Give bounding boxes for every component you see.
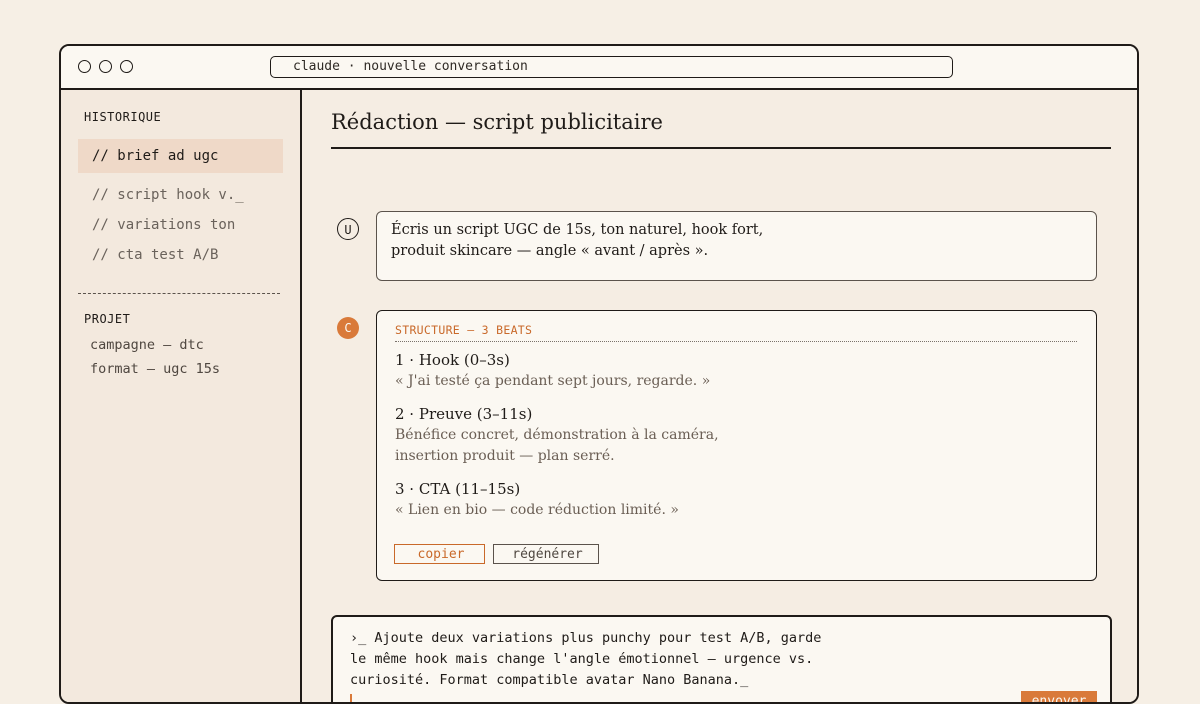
window-maximize-dot-icon[interactable] — [120, 60, 133, 73]
sidebar-item-cta-test[interactable]: // cta test A/B — [78, 238, 283, 272]
project-item-campagne[interactable]: campagne — dtc — [90, 337, 204, 353]
beat-hook: 1 · Hook (0–3s) « J'ai testé ça pendant … — [395, 350, 1078, 392]
composer-input[interactable]: ›_ Ajoute deux variations plus punchy po… — [350, 628, 1010, 691]
assistant-avatar: C — [337, 317, 359, 339]
app-window: claude · nouvelle conversation HISTORIQU… — [59, 44, 1139, 704]
sidebar: HISTORIQUE // brief ad ugc // script hoo… — [61, 90, 302, 702]
window-close-dot-icon[interactable] — [78, 60, 91, 73]
project-heading: PROJET — [84, 312, 131, 326]
text-caret — [350, 694, 352, 702]
beat-title: 2 · Preuve (3–11s) — [395, 405, 533, 423]
beat-body: « J'ai testé ça pendant sept jours, rega… — [395, 373, 711, 389]
user-avatar: U — [337, 218, 359, 240]
title-divider — [331, 147, 1111, 149]
address-bar[interactable]: claude · nouvelle conversation — [270, 56, 953, 78]
beat-body: Bénéfice concret, démonstration à la cam… — [395, 427, 719, 443]
beat-title: 3 · CTA (11–15s) — [395, 480, 521, 498]
beat-preuve: 2 · Preuve (3–11s) Bénéfice concret, dém… — [395, 404, 1078, 467]
message-composer[interactable]: ›_ Ajoute deux variations plus punchy po… — [331, 615, 1112, 702]
composer-line: curiosité. Format compatible avatar Nano… — [350, 672, 749, 688]
structure-label: STRUCTURE — 3 BEATS — [395, 323, 1077, 342]
conversation-panel: Rédaction — script publicitaire U Écris … — [302, 90, 1137, 702]
send-button[interactable]: envoyer — [1021, 691, 1097, 702]
sidebar-item-brief-ad-ugc[interactable]: // brief ad ugc — [78, 139, 283, 173]
title-bar: claude · nouvelle conversation — [61, 46, 1137, 90]
page-title: Rédaction — script publicitaire — [331, 110, 663, 134]
user-message-line: Écris un script UGC de 15s, ton naturel,… — [391, 222, 764, 238]
project-item-format[interactable]: format — ugc 15s — [90, 361, 220, 377]
sidebar-item-script-hook[interactable]: // script hook v._ — [78, 178, 283, 212]
sidebar-item-variations-ton[interactable]: // variations ton — [78, 208, 283, 242]
assistant-message: STRUCTURE — 3 BEATS 1 · Hook (0–3s) « J'… — [376, 310, 1097, 581]
history-heading: HISTORIQUE — [84, 110, 162, 124]
beat-body: insertion produit — plan serré. — [395, 448, 615, 464]
composer-line: ›_ Ajoute deux variations plus punchy po… — [350, 630, 822, 646]
composer-line: le même hook mais change l'angle émotion… — [350, 651, 814, 667]
user-message: Écris un script UGC de 15s, ton naturel,… — [376, 211, 1097, 281]
copy-button[interactable]: copier — [394, 544, 485, 564]
beat-title: 1 · Hook (0–3s) — [395, 351, 510, 369]
regenerate-button[interactable]: régénérer — [493, 544, 599, 564]
sidebar-divider — [78, 293, 280, 294]
beat-cta: 3 · CTA (11–15s) « Lien en bio — code ré… — [395, 479, 1078, 521]
beat-body: « Lien en bio — code réduction limité. » — [395, 502, 679, 518]
user-message-line: produit skincare — angle « avant / après… — [391, 243, 709, 259]
window-minimize-dot-icon[interactable] — [99, 60, 112, 73]
